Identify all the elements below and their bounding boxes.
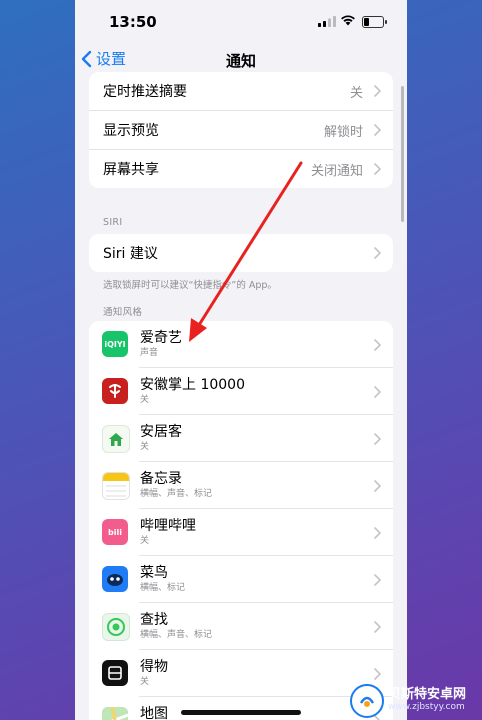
row-siri-suggestions[interactable]: Siri 建议 — [89, 234, 393, 272]
app-name: 地图 — [140, 706, 168, 720]
app-row-anjuke[interactable]: 安居客 关 — [89, 415, 393, 462]
row-label: 显示预览 — [103, 123, 159, 139]
row-label: 定时推送摘要 — [103, 84, 187, 100]
app-name: 菜鸟 — [140, 565, 168, 581]
bilibili-icon: bili — [102, 519, 128, 545]
dewu-icon — [102, 660, 128, 686]
watermark-url: www.zjbstyy.com — [388, 702, 465, 712]
chevron-right-icon — [374, 385, 381, 398]
row-value: 关闭通知 — [310, 163, 363, 179]
battery-icon — [362, 16, 387, 28]
app-row-cainiao[interactable]: 菜鸟 横幅、标记 — [89, 556, 393, 603]
notes-icon — [102, 472, 130, 500]
chevron-right-icon — [374, 479, 381, 492]
maps-icon — [102, 707, 128, 720]
apps-section-header: 通知风格 — [103, 307, 143, 318]
status-bar: 13:50 — [75, 0, 407, 44]
app-notification-style: 声音 — [140, 348, 159, 358]
settings-group-top: 定时推送摘要 关 显示预览 解锁时 屏幕共享 关闭通知 — [89, 72, 393, 188]
app-notification-style: 横幅、声音、标记 — [140, 489, 213, 499]
app-notification-style: 关 — [140, 442, 150, 452]
telecom-icon — [102, 378, 128, 404]
chevron-right-icon — [374, 667, 381, 680]
phone-screen: 13:50 设置 通知 定时推送摘要 关 显示预览 解锁时 屏幕共享 关闭通知 … — [75, 0, 407, 720]
row-show-previews[interactable]: 显示预览 解锁时 — [89, 111, 393, 150]
app-name: 备忘录 — [140, 471, 182, 487]
app-name: 哔哩哔哩 — [140, 518, 196, 534]
cainiao-icon — [102, 566, 128, 592]
chevron-right-icon — [374, 573, 381, 586]
chevron-right-icon — [374, 620, 381, 633]
chevron-right-icon — [374, 247, 381, 259]
wifi-icon — [341, 15, 355, 26]
chevron-right-icon — [374, 526, 381, 539]
app-notification-style: 关 — [140, 395, 150, 405]
row-label: Siri 建议 — [103, 246, 158, 262]
watermark-name: 贝斯特安卓网 — [388, 687, 467, 702]
app-row-anhui-10000[interactable]: 安徽掌上 10000 关 — [89, 368, 393, 415]
row-label: 屏幕共享 — [103, 162, 159, 178]
status-time: 13:50 — [109, 13, 157, 31]
app-row-maps[interactable]: 地图 — [89, 697, 393, 720]
home-indicator[interactable] — [181, 710, 301, 715]
watermark-logo-icon — [350, 684, 384, 718]
app-notification-style: 横幅、声音、标记 — [140, 630, 213, 640]
app-name: 得物 — [140, 659, 168, 675]
app-notification-style: 横幅、标记 — [140, 583, 186, 593]
app-name: 安徽掌上 10000 — [140, 377, 245, 393]
scroll-indicator[interactable] — [401, 86, 404, 222]
app-name: 安居客 — [140, 424, 182, 440]
app-name: 查找 — [140, 612, 168, 628]
siri-section-header: SIRI — [103, 217, 123, 228]
app-row-find-my[interactable]: 查找 横幅、声音、标记 — [89, 603, 393, 650]
chevron-right-icon — [374, 85, 381, 97]
anjuke-icon — [102, 425, 130, 453]
row-scheduled-summary[interactable]: 定时推送摘要 关 — [89, 72, 393, 111]
site-watermark: 贝斯特安卓网 www.zjbstyy.com — [350, 684, 466, 718]
siri-footnote: 选取锁屏时可以建议“快捷指令”的 App。 — [103, 280, 277, 291]
app-notification-style: 关 — [140, 677, 150, 687]
cellular-signal-icon — [318, 16, 336, 27]
find-my-icon — [102, 613, 130, 641]
app-row-dewu[interactable]: 得物 关 — [89, 650, 393, 697]
app-notification-style: 关 — [140, 536, 150, 546]
chevron-right-icon — [374, 338, 381, 351]
siri-group: Siri 建议 — [89, 234, 393, 272]
app-row-iqiyi[interactable]: iQIYI 爱奇艺 声音 — [89, 321, 393, 368]
chevron-right-icon — [374, 124, 381, 136]
row-value: 关 — [349, 85, 363, 101]
iqiyi-icon: iQIYI — [102, 331, 128, 357]
page-title: 通知 — [225, 52, 256, 70]
row-value: 解锁时 — [323, 124, 363, 140]
row-screen-sharing[interactable]: 屏幕共享 关闭通知 — [89, 150, 393, 188]
app-row-bilibili[interactable]: bili 哔哩哔哩 关 — [89, 509, 393, 556]
app-row-notes[interactable]: 备忘录 横幅、声音、标记 — [89, 462, 393, 509]
chevron-right-icon — [374, 163, 381, 175]
chevron-right-icon — [374, 432, 381, 445]
app-name: 爱奇艺 — [140, 330, 182, 346]
apps-group: iQIYI 爱奇艺 声音 安徽掌上 10000 关 安居客 关 备忘录 横幅、声… — [89, 321, 393, 720]
